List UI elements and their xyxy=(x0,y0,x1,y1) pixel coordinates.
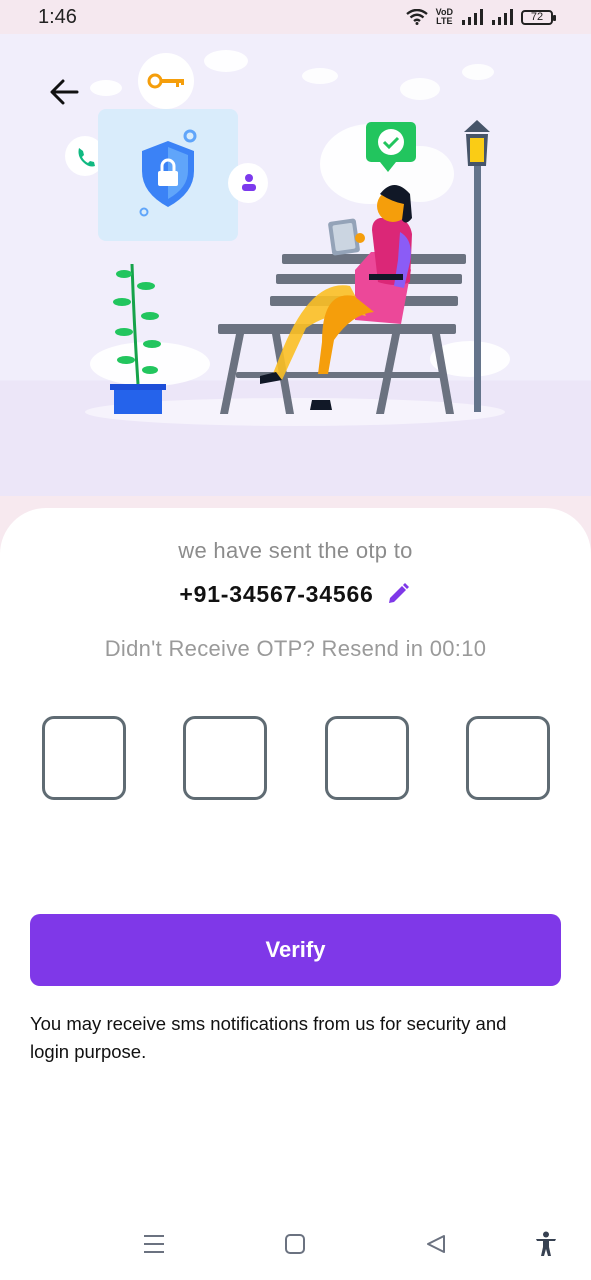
wifi-icon xyxy=(405,9,428,25)
verify-button[interactable]: Verify xyxy=(30,914,561,986)
signal-icon-1 xyxy=(462,9,483,25)
resend-timer-text[interactable]: Didn't Receive OTP? Resend in 00:10 xyxy=(0,636,591,662)
battery-icon: 72 xyxy=(521,9,556,25)
otp-digit-3[interactable] xyxy=(324,716,409,800)
phone-row: +91-34567-34566 xyxy=(0,580,591,608)
otp-security-illustration xyxy=(65,50,510,426)
otp-digit-2[interactable] xyxy=(183,716,268,800)
accessibility-icon xyxy=(536,1231,556,1256)
system-nav-bar xyxy=(0,1208,591,1280)
menu-icon xyxy=(144,1235,164,1253)
status-icons: VoD LTE 72 xyxy=(405,7,556,26)
triangle-back-icon xyxy=(427,1235,445,1253)
otp-digit-4[interactable] xyxy=(465,716,550,800)
system-back-button[interactable] xyxy=(422,1230,450,1258)
phone-number: +91-34567-34566 xyxy=(179,580,374,607)
pencil-icon xyxy=(388,583,409,603)
back-button[interactable] xyxy=(44,72,84,112)
otp-input-row xyxy=(42,716,550,800)
arrow-left-icon xyxy=(50,79,79,105)
signal-icon-2 xyxy=(492,9,513,25)
sms-notice: You may receive sms notifications from u… xyxy=(30,1013,507,1062)
menu-button[interactable] xyxy=(140,1230,168,1258)
home-button[interactable] xyxy=(281,1230,309,1258)
accessibility-button[interactable] xyxy=(532,1230,560,1258)
otp-sent-message: we have sent the otp to xyxy=(178,538,413,563)
status-bar: 1:46 VoD LTE 72 xyxy=(0,0,591,34)
hero-illustration xyxy=(0,34,591,496)
status-time: 1:46 xyxy=(38,5,77,28)
edit-phone-button[interactable] xyxy=(384,580,412,608)
otp-digit-1[interactable] xyxy=(42,716,126,800)
home-square-icon xyxy=(285,1234,305,1254)
otp-card: we have sent the otp to +91-34567-34566 … xyxy=(0,508,591,1208)
network-type-badge: VoD LTE xyxy=(435,7,453,26)
